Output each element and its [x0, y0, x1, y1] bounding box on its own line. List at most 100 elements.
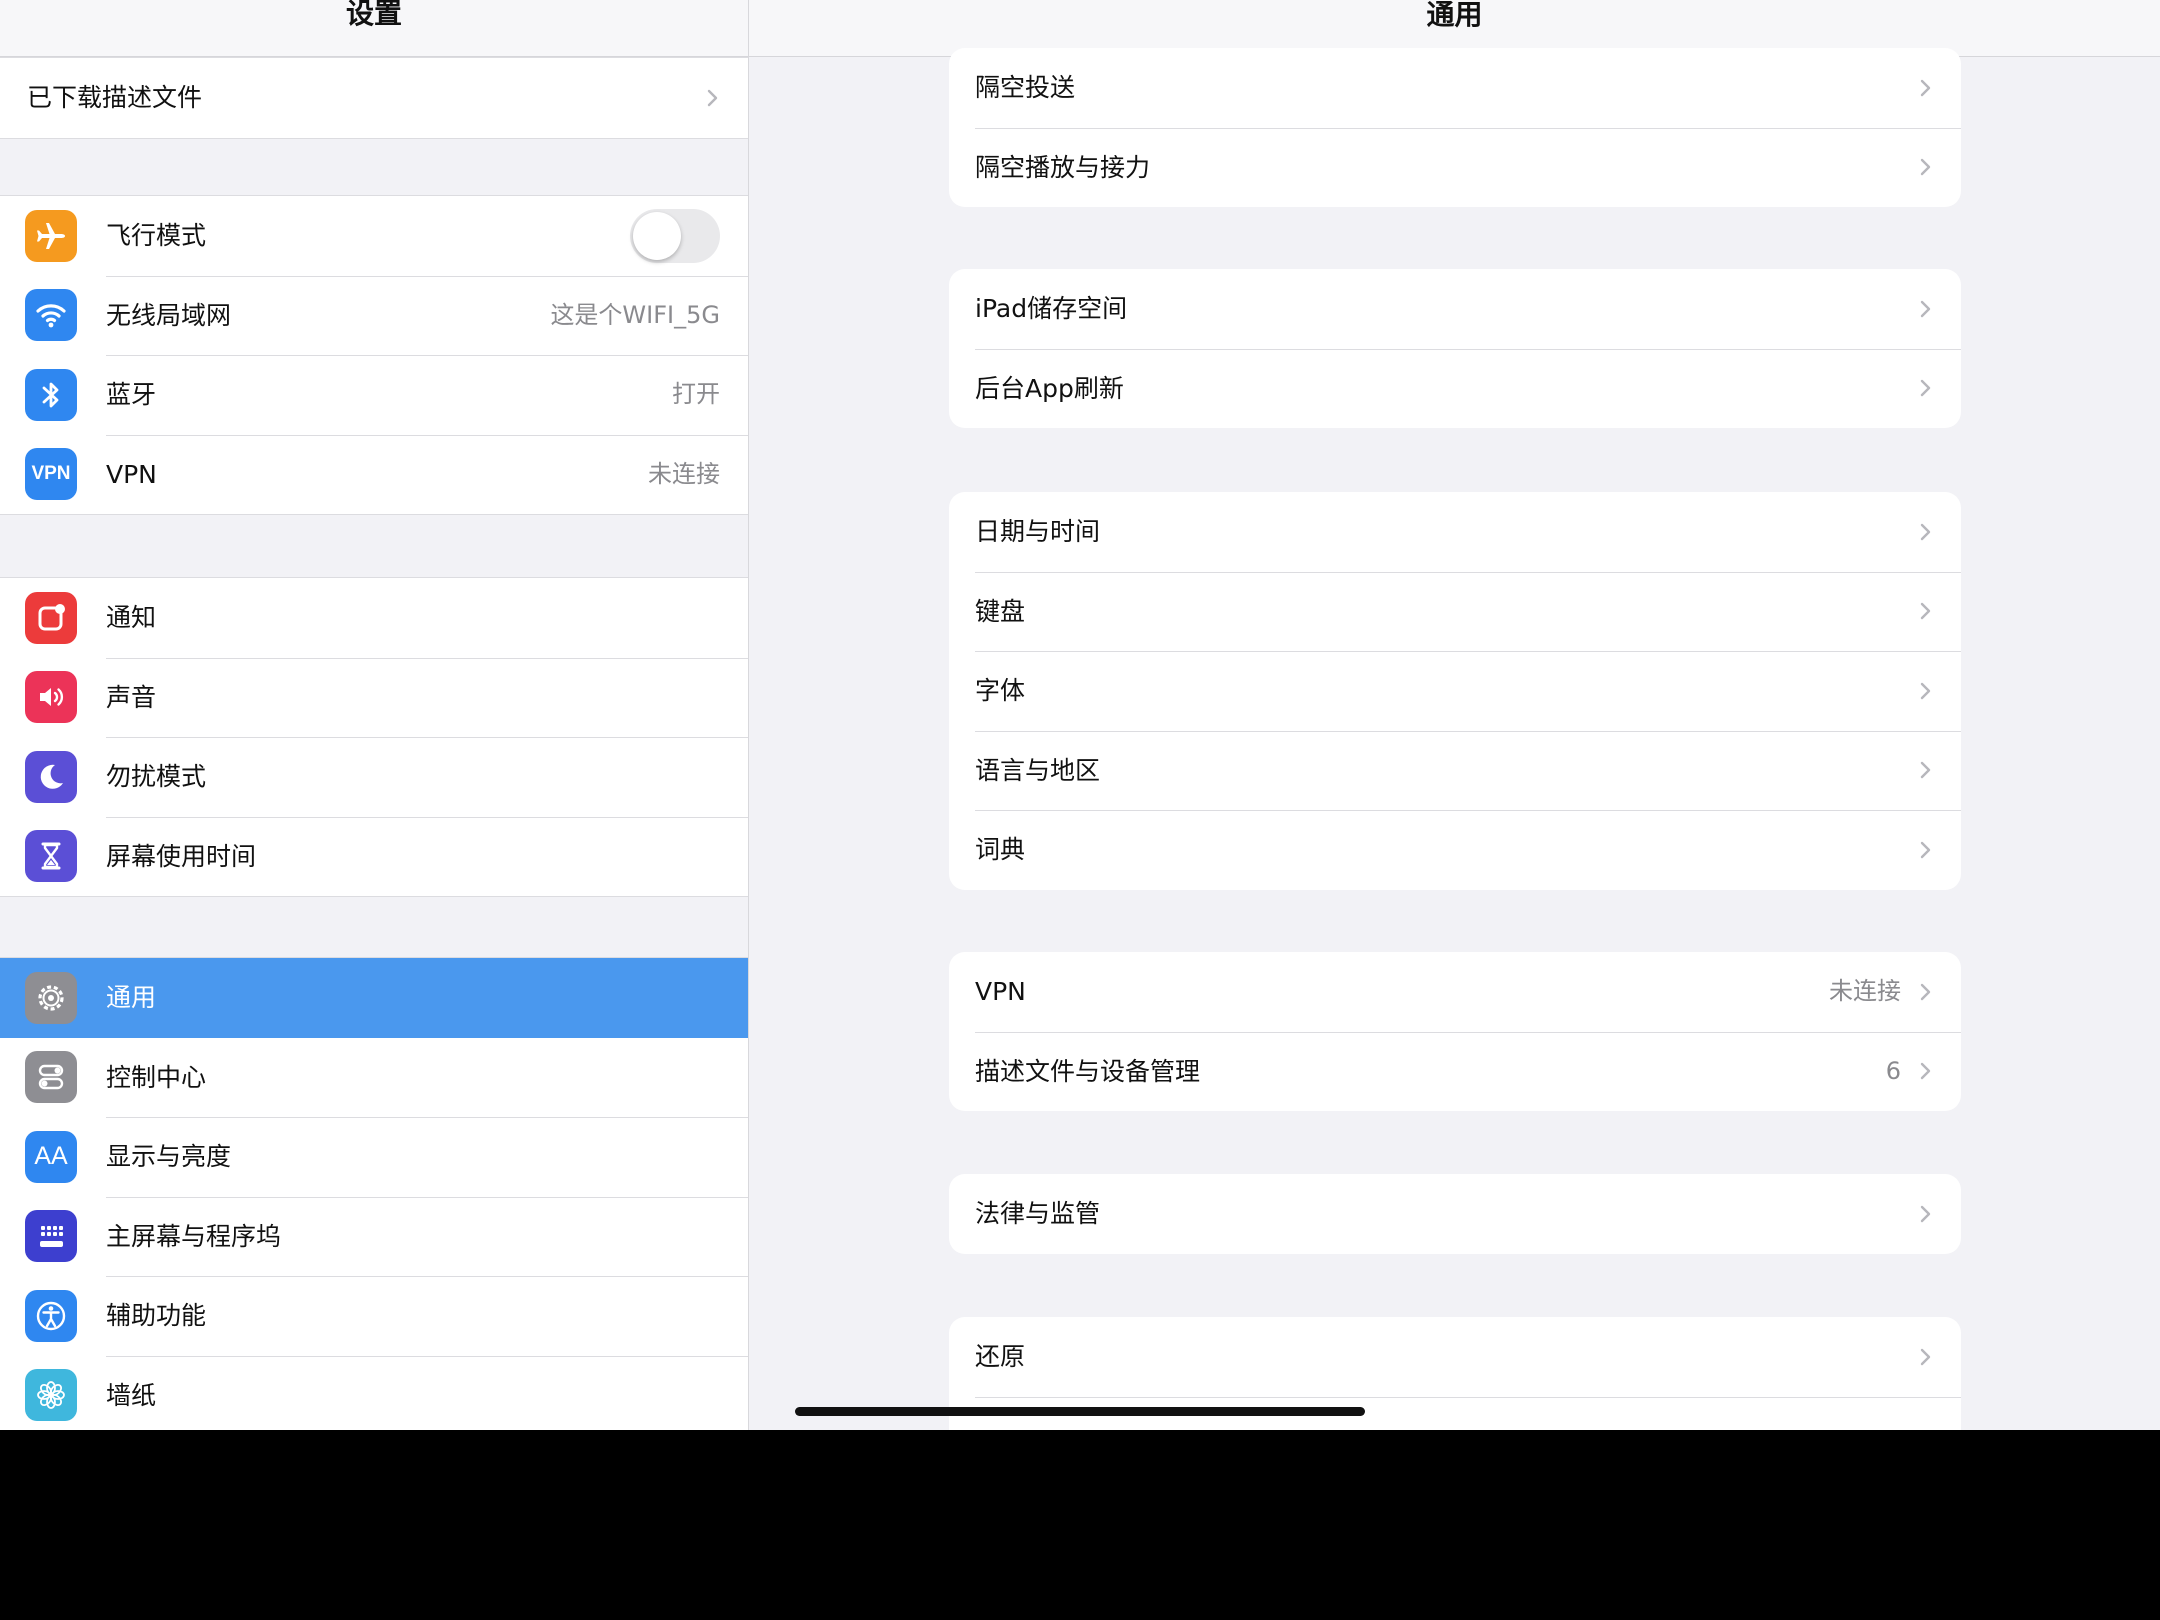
- general-item-keyboard[interactable]: 键盘: [949, 571, 1961, 652]
- general-item-label: iPad储存空间: [975, 294, 1128, 323]
- text-size-icon: AA: [25, 1130, 77, 1183]
- sidebar-title: 设置: [0, 0, 748, 57]
- general-group-airdrop: 隔空投送 隔空播放与接力: [949, 48, 1961, 207]
- toggle-knob: [633, 211, 681, 260]
- general-item-legal-regulatory[interactable]: 法律与监管: [949, 1174, 1961, 1254]
- general-item-label: 隔空投送: [975, 73, 1076, 102]
- sidebar-item-home-screen-dock[interactable]: 主屏幕与程序坞: [0, 1196, 748, 1277]
- vpn-status: 未连接: [1829, 977, 1901, 1005]
- general-item-profiles-device-management[interactable]: 描述文件与设备管理 6: [949, 1031, 1961, 1112]
- sidebar-item-display-brightness[interactable]: AA 显示与亮度: [0, 1117, 748, 1197]
- letterbox-bar: [0, 1430, 2160, 1620]
- chevron-right-icon: [1920, 603, 1931, 620]
- general-item-label: 字体: [975, 676, 1026, 705]
- speaker-icon: [25, 671, 77, 724]
- general-item-label: 隔空播放与接力: [975, 152, 1151, 182]
- general-item-label: 键盘: [975, 596, 1026, 626]
- general-group-vpn-profiles: VPN 未连接 描述文件与设备管理 6: [949, 952, 1961, 1111]
- general-item-label: 词典: [975, 835, 1026, 864]
- general-item-reset[interactable]: 还原: [949, 1317, 1961, 1397]
- sidebar-item-label: 主屏幕与程序坞: [106, 1221, 282, 1251]
- ipad-screen: 设置 已下载描述文件 飞行模式 无线局域网 这是个WIFI_5G 蓝牙 打开 V…: [0, 0, 2160, 1430]
- sidebar-item-label: 辅助功能: [106, 1301, 207, 1330]
- wifi-network-name: 这是个WIFI_5G: [550, 300, 720, 329]
- sidebar-item-label: 墙纸: [106, 1380, 157, 1410]
- sidebar-group-general: 通用 控制中心 AA 显示与亮度 主屏幕与程序坞 辅助功能 墙纸: [0, 957, 748, 1430]
- general-item-airplay-handoff[interactable]: 隔空播放与接力: [949, 127, 1961, 208]
- general-item-background-app-refresh[interactable]: 后台App刷新: [949, 348, 1961, 429]
- chevron-right-icon: [1920, 159, 1931, 176]
- vpn-status: 未连接: [648, 459, 720, 488]
- sidebar-item-general[interactable]: 通用: [0, 958, 748, 1038]
- home-indicator[interactable]: [795, 1407, 1365, 1416]
- general-item-dictionary[interactable]: 词典: [949, 810, 1961, 890]
- settings-sidebar: 设置 已下载描述文件 飞行模式 无线局域网 这是个WIFI_5G 蓝牙 打开 V…: [0, 0, 749, 1430]
- sidebar-item-vpn[interactable]: VPN VPN 未连接: [0, 434, 748, 515]
- notifications-icon: [25, 591, 77, 644]
- sidebar-item-label: 勿扰模式: [106, 762, 207, 791]
- bluetooth-icon: [25, 368, 77, 421]
- bluetooth-status: 打开: [672, 380, 720, 408]
- chevron-right-icon: [1920, 1205, 1931, 1222]
- general-item-label: 后台App刷新: [975, 373, 1124, 403]
- sidebar-group-notifications: 通知 声音 勿扰模式 屏幕使用时间: [0, 577, 748, 897]
- sidebar-item-label: VPN: [106, 459, 157, 489]
- general-item-label: 法律与监管: [975, 1199, 1101, 1228]
- text-size-icon-text: AA: [34, 1142, 68, 1171]
- sidebar-item-label: 控制中心: [106, 1062, 207, 1092]
- chevron-right-icon: [707, 89, 718, 106]
- chevron-right-icon: [1920, 841, 1931, 858]
- chevron-right-icon: [1920, 380, 1931, 397]
- general-item-label: 描述文件与设备管理: [975, 1056, 1201, 1086]
- general-item-label: 语言与地区: [975, 755, 1101, 785]
- flower-icon: [25, 1369, 77, 1422]
- sidebar-item-label: 通知: [106, 603, 157, 632]
- general-item-language-region[interactable]: 语言与地区: [949, 730, 1961, 811]
- chevron-right-icon: [1920, 523, 1931, 540]
- chevron-right-icon: [1920, 682, 1931, 699]
- sidebar-item-downloaded-profile[interactable]: 已下载描述文件: [0, 58, 748, 138]
- sidebar-item-do-not-disturb[interactable]: 勿扰模式: [0, 737, 748, 817]
- general-group-legal: 法律与监管: [949, 1174, 1961, 1254]
- general-item-date-time[interactable]: 日期与时间: [949, 492, 1961, 572]
- moon-icon: [25, 750, 77, 803]
- sidebar-item-control-center[interactable]: 控制中心: [0, 1038, 748, 1118]
- airplane-mode-toggle[interactable]: [630, 208, 720, 263]
- home-grid-icon: [25, 1210, 77, 1263]
- general-item-ipad-storage[interactable]: iPad储存空间: [949, 269, 1961, 349]
- sidebar-item-label: 蓝牙: [106, 380, 157, 409]
- gear-icon: [25, 971, 77, 1024]
- chevron-right-icon: [1920, 983, 1931, 1000]
- sidebar-item-bluetooth[interactable]: 蓝牙 打开: [0, 355, 748, 435]
- chevron-right-icon: [1920, 300, 1931, 317]
- vpn-icon: VPN: [25, 448, 77, 501]
- sidebar-item-screen-time[interactable]: 屏幕使用时间: [0, 816, 748, 897]
- sidebar-item-wifi[interactable]: 无线局域网 这是个WIFI_5G: [0, 275, 748, 356]
- sidebar-item-label: 屏幕使用时间: [106, 841, 257, 871]
- wifi-icon: [25, 289, 77, 342]
- general-item-label: 日期与时间: [975, 517, 1101, 546]
- general-item-fonts[interactable]: 字体: [949, 651, 1961, 731]
- sidebar-item-label: 通用: [106, 983, 157, 1012]
- general-group-storage: iPad储存空间 后台App刷新: [949, 269, 1961, 428]
- general-group-date-keyboard: 日期与时间 键盘 字体 语言与地区 词典: [949, 492, 1961, 890]
- chevron-right-icon: [1920, 79, 1931, 96]
- sidebar-item-sounds[interactable]: 声音: [0, 657, 748, 738]
- sidebar-item-wallpaper[interactable]: 墙纸: [0, 1355, 748, 1431]
- profile-count: 6: [1885, 1056, 1901, 1085]
- general-item-label: 还原: [975, 1342, 1026, 1371]
- sidebar-group-profiles: 已下载描述文件: [0, 57, 748, 139]
- sidebar-item-label: 声音: [106, 682, 157, 712]
- sidebar-item-accessibility[interactable]: 辅助功能: [0, 1276, 748, 1356]
- general-item-airdrop[interactable]: 隔空投送: [949, 48, 1961, 128]
- general-item-vpn[interactable]: VPN 未连接: [949, 952, 1961, 1032]
- sidebar-group-connectivity: 飞行模式 无线局域网 这是个WIFI_5G 蓝牙 打开 VPN VPN 未连接: [0, 195, 748, 515]
- accessibility-icon: [25, 1289, 77, 1342]
- vpn-icon-text: VPN: [31, 463, 71, 485]
- hourglass-icon: [25, 830, 77, 883]
- general-detail-pane: 通用 隔空投送 隔空播放与接力 iPad储存空间 后台App刷新 日期与时间 键…: [749, 0, 2160, 1430]
- sidebar-item-notifications[interactable]: 通知: [0, 578, 748, 658]
- airplane-icon: [25, 209, 77, 262]
- chevron-right-icon: [1920, 1063, 1931, 1080]
- sidebar-item-airplane-mode[interactable]: 飞行模式: [0, 196, 748, 276]
